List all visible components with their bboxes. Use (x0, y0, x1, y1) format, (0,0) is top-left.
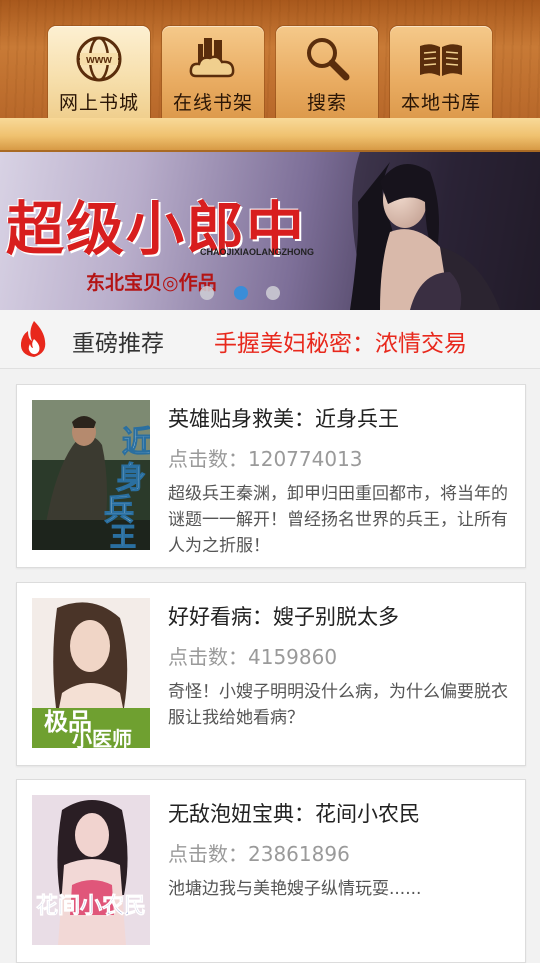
cloud-books-icon (189, 38, 235, 78)
recommend-label: 重磅推荐 (72, 331, 164, 357)
flame-icon (20, 321, 46, 357)
book-click-count: 点击数：120774013 (168, 447, 363, 471)
tab-online-bookshelf[interactable]: 在线书架 (162, 26, 264, 118)
www-globe-icon: www (76, 36, 122, 82)
book-card[interactable]: 极品 小医师 好好看病：嫂子别脱太多 点击数：4159860 奇怪！小嫂子明明没… (16, 582, 526, 766)
magnifier-icon (307, 38, 350, 81)
book-card[interactable]: 近 身 兵 王 英雄贴身救美：近身兵王 点击数：120774013 超级兵王秦渊… (16, 384, 526, 568)
book-title: 无敌泡妞宝典：花间小农民 (168, 802, 420, 826)
book-title: 好好看病：嫂子别脱太多 (168, 605, 399, 629)
book-cover-image: 花间小农民 (32, 795, 150, 945)
wood-shelf-divider (0, 118, 540, 152)
banner-pinyin: CHAOJIXIAOLANGZHONG (200, 247, 315, 257)
book-card[interactable]: 花间小农民 无敌泡妞宝典：花间小农民 点击数：23861896 池塘边我与美艳嫂… (16, 779, 526, 963)
svg-text:花间小农民: 花间小农民 (36, 893, 146, 919)
tab-search[interactable]: 搜索 (276, 26, 378, 118)
book-click-count: 点击数：4159860 (168, 645, 338, 669)
svg-text:小医师: 小医师 (72, 727, 132, 748)
pagination-dot[interactable] (266, 286, 280, 300)
open-book-icon (420, 44, 462, 76)
book-cover-image: 近 身 兵 王 (32, 400, 150, 550)
pagination-dot-active[interactable] (234, 286, 248, 300)
svg-text:身: 身 (116, 461, 146, 496)
book-title: 英雄贴身救美：近身兵王 (168, 407, 399, 431)
recommend-link[interactable]: 手握美妇秘密：浓情交易 (214, 324, 467, 358)
top-tab-bar: www 网上书城 在线书架 搜索 本地书库 (0, 0, 540, 119)
pagination-dot[interactable] (200, 286, 214, 300)
book-cover-image: 极品 小医师 (32, 598, 150, 748)
book-description: 超级兵王秦渊，卸甲归田重回都市，将当年的谜题一一解开！曾经扬名世界的兵王，让所有… (168, 484, 508, 556)
book-description: 池塘边我与美艳嫂子纵情玩耍...... (168, 879, 422, 899)
tab-label: 网上书城 (58, 92, 139, 114)
tab-online-bookstore[interactable]: www 网上书城 (48, 26, 150, 118)
tab-label: 在线书架 (172, 92, 253, 114)
tab-label: 搜索 (306, 92, 347, 114)
tab-label: 本地书库 (400, 92, 481, 114)
recommend-row: 重磅推荐 手握美妇秘密：浓情交易 (0, 310, 540, 369)
book-description: 奇怪！小嫂子明明没什么病，为什么偏要脱衣服让我给她看病？ (168, 682, 508, 728)
tab-local-library[interactable]: 本地书库 (390, 26, 492, 118)
svg-text:王: 王 (110, 523, 136, 550)
book-click-count: 点击数：23861896 (168, 842, 350, 866)
banner-author: 东北宝贝◎作品 (86, 272, 217, 294)
svg-text:近: 近 (122, 425, 150, 460)
svg-text:www: www (85, 54, 112, 66)
